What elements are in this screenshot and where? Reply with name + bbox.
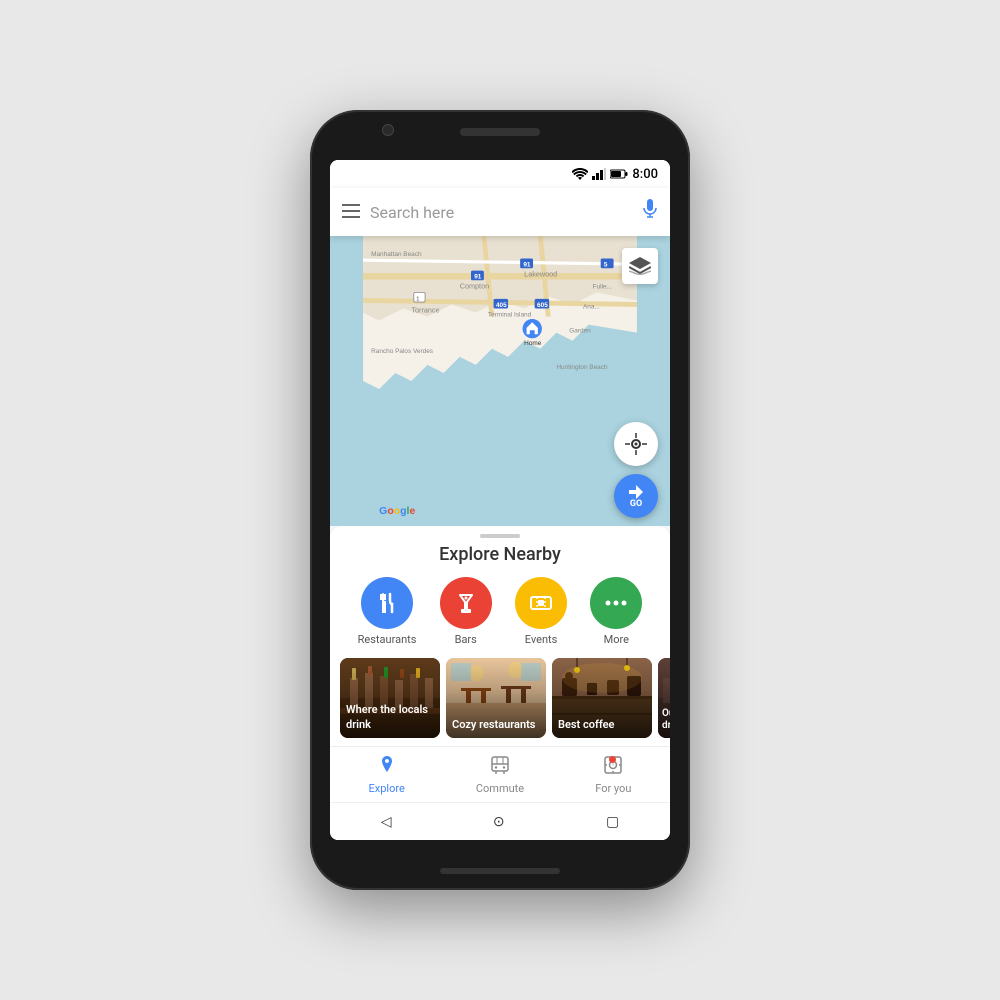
explore-nav-label: Explore (369, 782, 405, 795)
svg-text:5: 5 (604, 262, 608, 269)
phone-device: 8:00 Search here (310, 110, 690, 890)
commute-nav-label: Commute (476, 782, 524, 795)
bottom-navigation: Explore Commute (330, 746, 670, 802)
map-background: Compton Lakewood Torrance Terminal Islan… (330, 236, 670, 526)
wifi-icon (572, 168, 588, 180)
category-more[interactable]: More (590, 577, 642, 646)
commute-icon-wrap (489, 754, 511, 780)
card-locals-drink[interactable]: Where the locals drink (340, 658, 440, 738)
cocktail-icon (455, 592, 477, 614)
svg-text:91: 91 (474, 274, 482, 281)
card-partial-bg: Ou...dr... (658, 658, 670, 738)
restaurants-icon-circle (361, 577, 413, 629)
hamburger-icon[interactable] (342, 202, 360, 223)
svg-text:Lakewood: Lakewood (524, 269, 557, 278)
go-label: GO (630, 499, 642, 509)
more-label: More (604, 633, 629, 646)
crosshair-icon (625, 433, 647, 455)
layers-icon (629, 257, 651, 275)
commute-icon (489, 754, 511, 776)
card-best-coffee[interactable]: Best coffee (552, 658, 652, 738)
location-button[interactable] (614, 422, 658, 466)
for-you-icon-wrap (602, 754, 624, 780)
map-container[interactable]: Compton Lakewood Torrance Terminal Islan… (330, 236, 670, 526)
nav-for-you[interactable]: For you (557, 748, 670, 801)
svg-text:1: 1 (416, 296, 419, 302)
explore-icon-wrap (376, 754, 398, 780)
for-you-nav-label: For you (595, 782, 631, 795)
card-text-cozy: Cozy restaurants (452, 718, 540, 732)
events-label: Events (525, 633, 558, 646)
svg-text:Rancho Palos Verdes: Rancho Palos Verdes (371, 348, 433, 355)
svg-text:Compton: Compton (460, 281, 489, 290)
bottom-sheet: Explore Nearby Restaurants (330, 526, 670, 746)
svg-text:Manhattan Beach: Manhattan Beach (371, 251, 422, 258)
phone-screen: 8:00 Search here (330, 160, 670, 840)
android-nav-bar: ◁ ⊙ ▢ (330, 802, 670, 840)
explore-title: Explore Nearby (330, 544, 670, 565)
android-back-button[interactable]: ◁ (381, 814, 392, 830)
nav-explore[interactable]: Explore (330, 748, 443, 801)
status-bar: 8:00 (330, 160, 670, 188)
android-home-button[interactable]: ⊙ (493, 814, 505, 830)
card-cozy-restaurants[interactable]: Cozy restaurants (446, 658, 546, 738)
drag-handle[interactable] (480, 534, 520, 538)
android-recents-button[interactable]: ▢ (606, 814, 619, 830)
svg-text:605: 605 (537, 302, 548, 309)
svg-text:91: 91 (523, 262, 531, 269)
nav-commute[interactable]: Commute (443, 748, 556, 801)
svg-text:Home: Home (524, 340, 542, 347)
svg-text:Garden: Garden (569, 328, 591, 335)
more-icon-circle (590, 577, 642, 629)
go-button[interactable]: GO (614, 474, 658, 518)
card-text-locals: Where the locals drink (346, 703, 434, 732)
phone-home-bar (440, 868, 560, 874)
svg-text:Huntington Beach: Huntington Beach (556, 364, 608, 371)
svg-text:405: 405 (496, 302, 507, 309)
phone-camera (382, 124, 394, 136)
fork-knife-icon (376, 592, 398, 614)
signal-icon (592, 168, 606, 180)
svg-text:Torrance: Torrance (411, 306, 439, 315)
events-icon-circle (515, 577, 567, 629)
svg-text:Google: Google (379, 506, 415, 517)
search-input[interactable]: Search here (370, 203, 632, 222)
ticket-icon (529, 592, 553, 614)
svg-text:Fulle...: Fulle... (593, 283, 613, 290)
phone-speaker (460, 128, 540, 136)
partial-card-text: Ou...dr... (662, 708, 670, 732)
mic-icon[interactable] (642, 199, 658, 226)
battery-icon (610, 169, 628, 179)
explore-categories-row: Restaurants Bars (330, 577, 670, 646)
map-layers-button[interactable] (622, 248, 658, 284)
status-icons: 8:00 (572, 167, 658, 182)
category-bars[interactable]: Bars (440, 577, 492, 646)
category-events[interactable]: Events (515, 577, 567, 646)
svg-text:Ana...: Ana... (583, 304, 600, 311)
search-bar[interactable]: Search here (330, 188, 670, 236)
status-time: 8:00 (632, 167, 658, 182)
card-partial-4[interactable]: Ou...dr... (658, 658, 670, 738)
category-cards-row: Where the locals drink (330, 658, 670, 746)
restaurants-label: Restaurants (358, 633, 417, 646)
category-restaurants[interactable]: Restaurants (358, 577, 417, 646)
more-dots-icon (605, 599, 627, 607)
bars-icon-circle (440, 577, 492, 629)
svg-text:Terminal Island: Terminal Island (488, 312, 532, 319)
explore-pin-icon (376, 754, 398, 776)
bars-label: Bars (455, 633, 477, 646)
navigation-icon (628, 484, 644, 500)
card-text-coffee: Best coffee (558, 718, 646, 732)
